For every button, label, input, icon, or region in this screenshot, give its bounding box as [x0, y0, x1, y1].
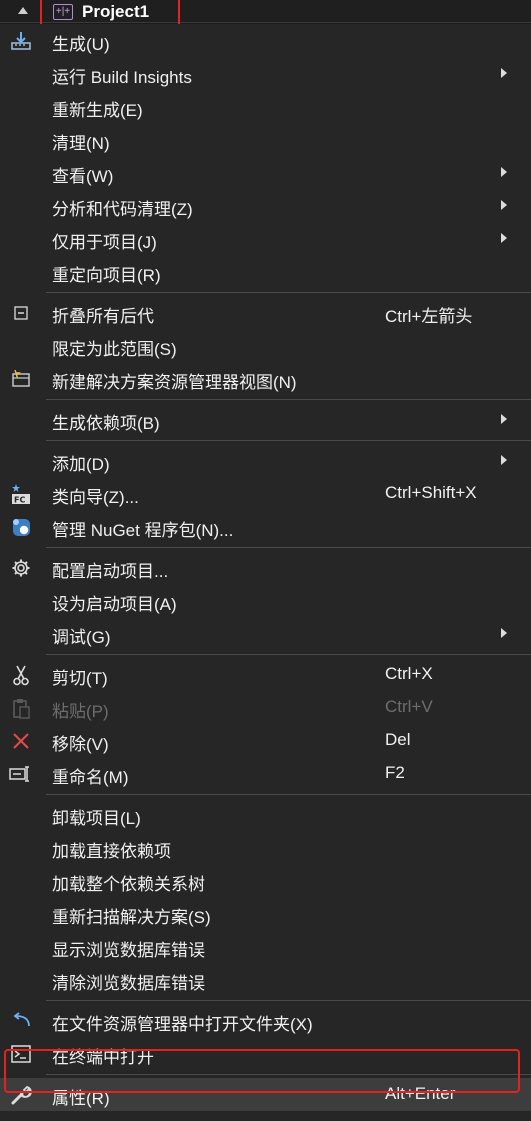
menu-item-label: 在文件资源管理器中打开文件夹(X) [52, 1015, 313, 1034]
nuget-icon [8, 516, 34, 538]
menu-item-label: 限定为此范围(S) [52, 340, 177, 359]
submenu-arrow-icon [501, 200, 507, 210]
menu-item-label: 显示浏览数据库错误 [52, 941, 205, 960]
menu-item-label: 粘贴(P) [52, 702, 109, 721]
menu-item-nuget[interactable]: 管理 NuGet 程序包(N)... [0, 510, 531, 543]
context-menu: 生成(U) 运行 Build Insights 重新生成(E) 清理(N) 查看… [0, 24, 531, 1121]
new-view-icon [8, 368, 34, 390]
menu-item-new-view[interactable]: 新建解决方案资源管理器视图(N) [0, 362, 531, 395]
collapse-all-icon [8, 302, 34, 324]
submenu-arrow-icon [501, 455, 507, 465]
menu-item-label: 调试(G) [52, 628, 111, 647]
menu-item-label: 查看(W) [52, 167, 114, 186]
menu-item-label: 加载直接依赖项 [52, 842, 171, 861]
menu-item-label: 清除浏览数据库错误 [52, 974, 205, 993]
menu-separator [46, 794, 531, 795]
submenu-arrow-icon [501, 233, 507, 243]
submenu-arrow-icon [501, 167, 507, 177]
menu-item-label: 卸载项目(L) [52, 809, 141, 828]
menu-item-label: 添加(D) [52, 455, 110, 474]
menu-item-project-only[interactable]: 仅用于项目(J) [0, 222, 531, 255]
menu-item-label: 剪切(T) [52, 669, 108, 688]
submenu-arrow-icon [501, 414, 507, 424]
menu-separator [46, 654, 531, 655]
menu-item-label: 新建解决方案资源管理器视图(N) [52, 373, 297, 392]
submenu-arrow-icon [501, 68, 507, 78]
svg-text:FC: FC [14, 496, 25, 505]
menu-item-label: 分析和代码清理(Z) [52, 200, 193, 219]
open-folder-arrow-icon [8, 1010, 34, 1032]
close-icon [8, 730, 34, 752]
menu-item-label: 生成(U) [52, 35, 110, 54]
menu-item-label: 折叠所有后代 [52, 307, 154, 326]
menu-item-scope[interactable]: 限定为此范围(S) [0, 329, 531, 362]
menu-item-label: 管理 NuGet 程序包(N)... [52, 521, 234, 540]
rename-icon [8, 763, 34, 785]
menu-separator [46, 399, 531, 400]
menu-item-unload[interactable]: 卸载项目(L) [0, 798, 531, 831]
shortcut-text: Del [385, 730, 411, 749]
menu-item-label: 重新生成(E) [52, 101, 143, 120]
solution-tree-header: +|+ Project1 [0, 0, 531, 36]
menu-item-label: 设为启动项目(A) [52, 595, 177, 614]
collapse-arrow-icon[interactable] [18, 7, 28, 14]
menu-item-retarget[interactable]: 重定向项目(R) [0, 255, 531, 288]
shortcut-text: F2 [385, 763, 405, 782]
menu-item-label: 仅用于项目(J) [52, 233, 157, 252]
menu-item-add[interactable]: 添加(D) [0, 444, 531, 477]
menu-item-collapse-all[interactable]: 折叠所有后代 Ctrl+左箭头 [0, 296, 531, 329]
menu-item-load-dep-tree[interactable]: 加载整个依赖关系树 [0, 864, 531, 897]
shortcut-text: Ctrl+X [385, 664, 433, 683]
menu-item-build[interactable]: 生成(U) [0, 24, 531, 57]
menu-item-label: 配置启动项目... [52, 562, 169, 581]
gear-icon [8, 557, 34, 579]
scissors-icon [8, 664, 34, 686]
menu-item-build-deps[interactable]: 生成依赖项(B) [0, 403, 531, 436]
menu-item-load-direct-deps[interactable]: 加载直接依赖项 [0, 831, 531, 864]
menu-item-label: 重新扫描解决方案(S) [52, 908, 211, 927]
class-wizard-icon: FC [8, 483, 34, 505]
menu-item-label: 移除(V) [52, 735, 109, 754]
menu-separator [46, 547, 531, 548]
menu-item-label: 加载整个依赖关系树 [52, 875, 205, 894]
menu-item-set-startup[interactable]: 设为启动项目(A) [0, 584, 531, 617]
menu-item-debug[interactable]: 调试(G) [0, 617, 531, 650]
properties-highlight-box [4, 1049, 520, 1093]
menu-item-label: 类向导(Z)... [52, 488, 139, 507]
build-icon [8, 30, 34, 52]
menu-item-label: 运行 Build Insights [52, 68, 192, 87]
menu-separator [46, 440, 531, 441]
menu-item-class-wizard[interactable]: FC 类向导(Z)... Ctrl+Shift+X [0, 477, 531, 510]
clipboard-icon [8, 697, 34, 719]
menu-item-build-insights[interactable]: 运行 Build Insights [0, 57, 531, 90]
shortcut-text: Ctrl+左箭头 [385, 307, 473, 326]
menu-item-cut[interactable]: 剪切(T) Ctrl+X [0, 658, 531, 691]
menu-item-rename[interactable]: 重命名(M) F2 [0, 757, 531, 790]
menu-item-clean[interactable]: 清理(N) [0, 123, 531, 156]
menu-item-label: 重命名(M) [52, 768, 129, 787]
menu-item-label: 重定向项目(R) [52, 266, 161, 285]
menu-item-clear-db-errors[interactable]: 清除浏览数据库错误 [0, 963, 531, 996]
menu-separator [46, 292, 531, 293]
menu-item-rescan[interactable]: 重新扫描解决方案(S) [0, 897, 531, 930]
menu-item-startup-config[interactable]: 配置启动项目... [0, 551, 531, 584]
menu-item-analyze[interactable]: 分析和代码清理(Z) [0, 189, 531, 222]
menu-item-open-in-explorer[interactable]: 在文件资源管理器中打开文件夹(X) [0, 1004, 531, 1037]
menu-item-show-db-errors[interactable]: 显示浏览数据库错误 [0, 930, 531, 963]
menu-item-paste: 粘贴(P) Ctrl+V [0, 691, 531, 724]
submenu-arrow-icon [501, 628, 507, 638]
menu-item-label: 生成依赖项(B) [52, 414, 160, 433]
shortcut-text: Ctrl+V [385, 697, 433, 716]
menu-item-remove[interactable]: 移除(V) Del [0, 724, 531, 757]
menu-item-view[interactable]: 查看(W) [0, 156, 531, 189]
shortcut-text: Ctrl+Shift+X [385, 483, 477, 502]
menu-item-label: 清理(N) [52, 134, 110, 153]
menu-separator [46, 1000, 531, 1001]
menu-item-rebuild[interactable]: 重新生成(E) [0, 90, 531, 123]
